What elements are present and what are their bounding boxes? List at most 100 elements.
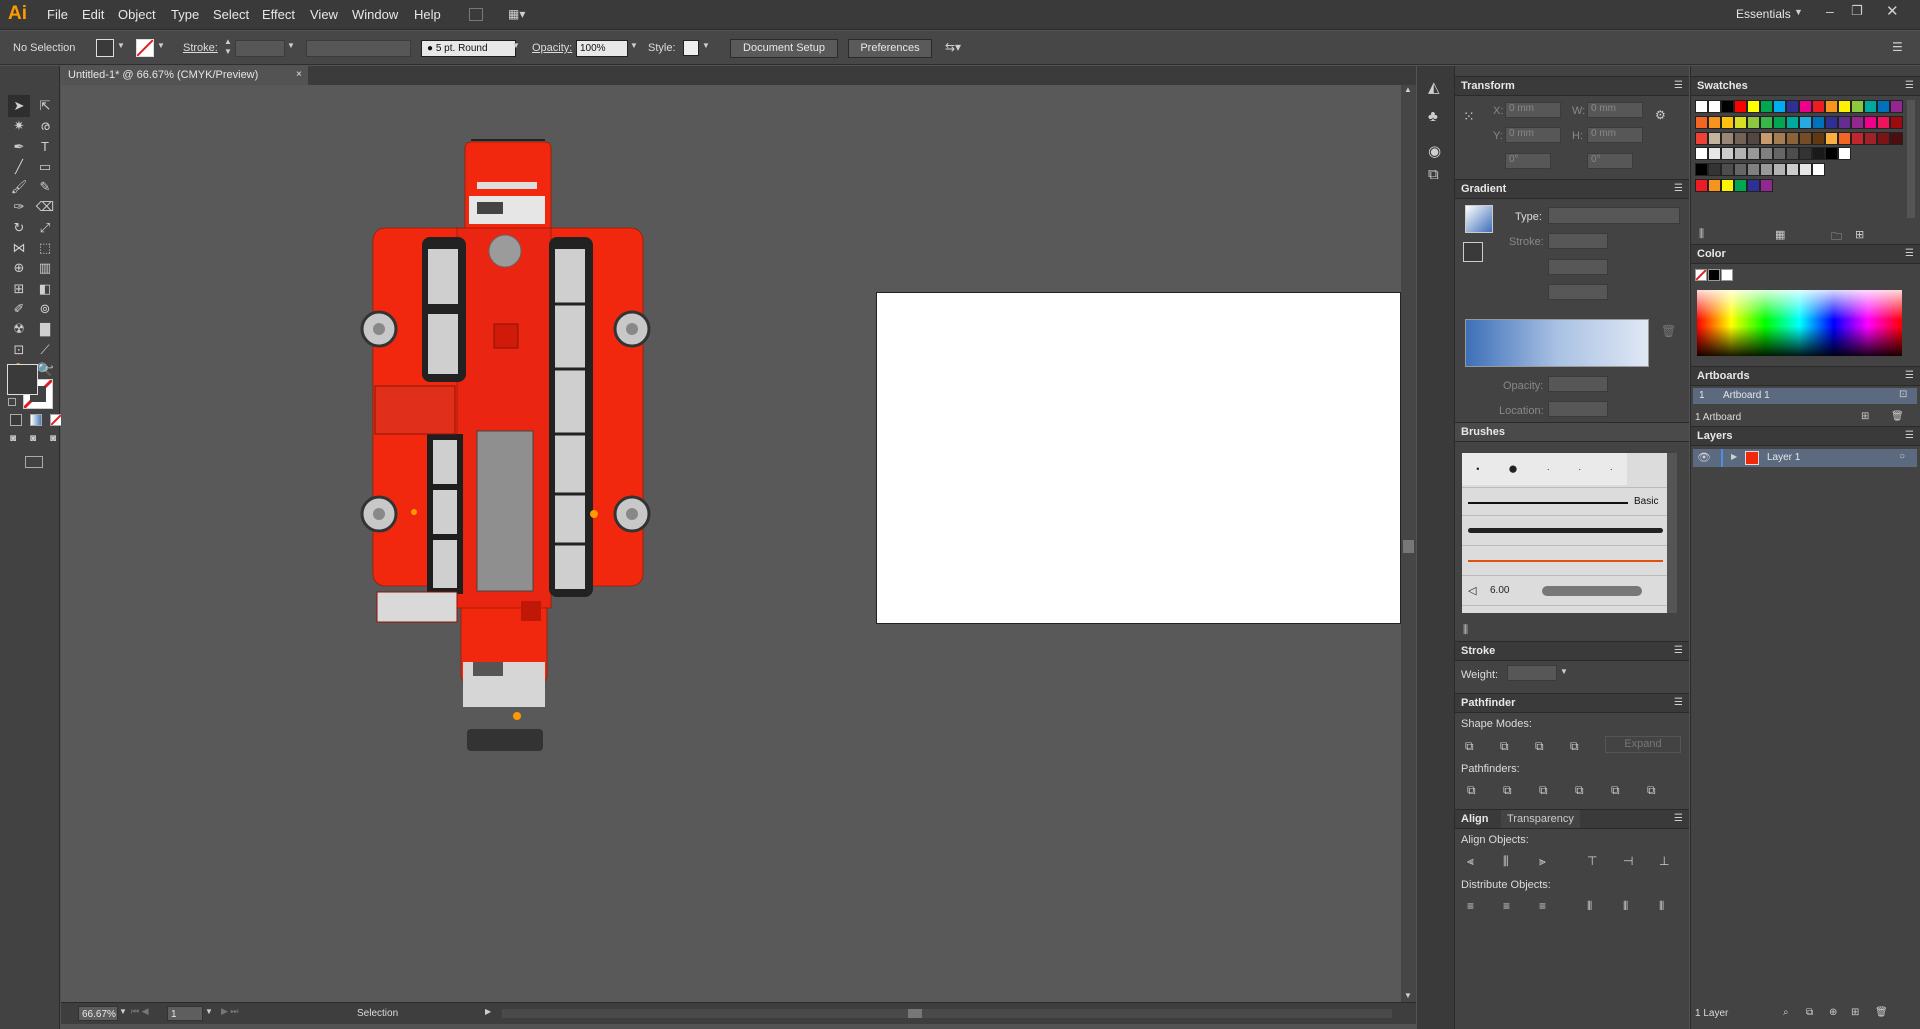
color-white-swatch[interactable] (1721, 269, 1733, 281)
scroll-down-icon[interactable]: ▼ (1404, 991, 1412, 1000)
bus-artwork[interactable] (349, 134, 659, 774)
perspective-grid-tool-icon[interactable]: ▥ (34, 257, 56, 279)
minus-front-icon[interactable]: ⧉ (1500, 739, 1509, 754)
fill-color-box[interactable] (7, 364, 38, 395)
menu-edit[interactable]: Edit (82, 7, 104, 22)
gradient-thumbnail[interactable] (1465, 205, 1493, 233)
align-top-icon[interactable]: ⊤ (1587, 854, 1597, 868)
align-right-icon[interactable]: ⫸ (1539, 854, 1546, 869)
stroke-panel-header[interactable]: Stroke ☰ (1455, 641, 1689, 661)
status-menu-icon[interactable]: ▶ (485, 1007, 491, 1016)
gradient-slider[interactable] (1465, 319, 1649, 367)
swatch[interactable] (1773, 131, 1786, 145)
swatch[interactable] (1877, 100, 1890, 113)
swatch[interactable] (1812, 100, 1825, 113)
swatch[interactable] (1812, 131, 1825, 145)
color-guide-icon[interactable]: ◭ (1428, 78, 1440, 96)
swatch[interactable] (1760, 163, 1773, 177)
trim-icon[interactable]: ⧉ (1503, 783, 1512, 798)
gradient-location-field[interactable] (1548, 401, 1608, 417)
swatch[interactable] (1747, 131, 1760, 145)
zoom-field[interactable]: 66.67% (78, 1006, 118, 1021)
panel-menu-icon[interactable]: ☰ (1905, 430, 1914, 441)
last-artboard-icon[interactable]: ▶ ⏭ (221, 1006, 239, 1017)
swatch[interactable] (1721, 179, 1734, 192)
swatch[interactable] (1747, 147, 1760, 161)
align-left-icon[interactable]: ⫷ (1467, 854, 1474, 869)
chevron-down-icon[interactable]: ▼ (119, 1007, 127, 1016)
width-tool-icon[interactable]: ⋈ (8, 237, 30, 259)
swatch[interactable] (1695, 100, 1708, 113)
arrange-documents-icon[interactable]: ▦▾ (508, 7, 525, 21)
swatch[interactable] (1877, 115, 1890, 129)
vertical-scrollbar[interactable]: ▲ ▼ (1401, 85, 1416, 1002)
scroll-thumb[interactable] (1403, 540, 1414, 553)
symbol-sprayer-tool-icon[interactable]: ☢ (8, 318, 30, 340)
swatch[interactable] (1838, 131, 1851, 145)
swatch[interactable] (1838, 115, 1851, 129)
graphic-style-swatch[interactable] (683, 40, 699, 56)
clipping-mask-icon[interactable]: ⧉ (1806, 1007, 1813, 1018)
swatch[interactable] (1708, 131, 1721, 145)
preferences-button[interactable]: Preferences (848, 39, 932, 58)
panel-menu-icon[interactable]: ☰ (1674, 697, 1683, 708)
swatch[interactable] (1708, 147, 1721, 161)
crop-icon[interactable]: ⧉ (1575, 783, 1584, 798)
panel-menu-icon[interactable]: ☰ (1892, 40, 1903, 54)
swatch[interactable] (1786, 163, 1799, 177)
swatch[interactable] (1747, 115, 1760, 129)
minimize-icon[interactable]: ‒ (1826, 3, 1834, 19)
swatch[interactable] (1695, 179, 1708, 192)
brush-basic[interactable]: Basic (1462, 487, 1667, 515)
default-colors-icon[interactable] (8, 398, 16, 406)
swatch[interactable] (1864, 131, 1877, 145)
swatch[interactable] (1760, 147, 1773, 161)
swatch[interactable] (1799, 147, 1812, 161)
brush-dot-icon[interactable]: · (1610, 464, 1613, 474)
reference-point-icon[interactable]: ⁙ (1463, 108, 1475, 125)
brush-arrow[interactable] (1462, 545, 1667, 575)
panel-menu-icon[interactable]: ☰ (1905, 80, 1914, 91)
swatch[interactable] (1708, 179, 1721, 192)
chevron-down-icon[interactable]: ▼ (702, 41, 710, 50)
brushes-panel-header[interactable]: Brushes (1455, 422, 1689, 442)
distribute-center-icon[interactable]: ≡ (1503, 899, 1510, 913)
pen-tool-icon[interactable]: ✒ (8, 136, 30, 158)
draw-behind-icon[interactable]: ◙ (30, 433, 36, 444)
gradient-fill-box[interactable] (1463, 242, 1483, 262)
gradient-aspect-field[interactable] (1548, 284, 1608, 300)
swatch[interactable] (1773, 163, 1786, 177)
pathfinder-panel-header[interactable]: Pathfinder ☰ (1455, 693, 1689, 713)
swatch[interactable] (1838, 100, 1851, 113)
align-middle-icon[interactable]: ⊣ (1623, 854, 1633, 868)
swatch[interactable] (1890, 100, 1903, 113)
artboard-options-icon[interactable]: ⊡ (1899, 389, 1907, 400)
swatch[interactable] (1760, 115, 1773, 129)
gradient-angle-field[interactable] (1548, 259, 1608, 275)
artboard-tool-icon[interactable]: ⊡ (8, 339, 30, 361)
swatch[interactable] (1747, 163, 1760, 177)
transform-panel-header[interactable]: Transform ☰ (1455, 76, 1689, 96)
swatch[interactable] (1747, 100, 1760, 113)
rotate-field[interactable]: 0° (1505, 153, 1551, 169)
chevron-down-icon[interactable]: ▼ (205, 1007, 213, 1016)
brush-dot-icon[interactable]: · (1578, 464, 1581, 474)
swatch[interactable] (1695, 131, 1708, 145)
swatch[interactable] (1721, 163, 1734, 177)
gradient-mode-icon[interactable] (30, 414, 42, 426)
rotate-tool-icon[interactable]: ↻ (8, 217, 30, 239)
swatch-libraries-icon[interactable]: ⫼ (1699, 228, 1704, 241)
swatch[interactable] (1734, 147, 1747, 161)
artboard-row[interactable]: 1 Artboard 1 ⊡ (1693, 388, 1917, 404)
arrange-icon[interactable]: ⇆▾ (945, 40, 961, 54)
stroke-swatch[interactable] (136, 39, 154, 57)
swatch[interactable] (1851, 131, 1864, 145)
swatch[interactable] (1812, 115, 1825, 129)
tab-transparency[interactable]: Transparency (1501, 810, 1580, 828)
show-swatch-kinds-icon[interactable]: ▦ (1775, 228, 1785, 241)
swatch[interactable] (1721, 131, 1734, 145)
merge-icon[interactable]: ⧉ (1539, 783, 1548, 798)
distribute-top-icon[interactable]: ≡ (1467, 899, 1474, 913)
swatch[interactable] (1786, 115, 1799, 129)
stepper-icon[interactable]: ▲ ▼ (224, 37, 232, 57)
